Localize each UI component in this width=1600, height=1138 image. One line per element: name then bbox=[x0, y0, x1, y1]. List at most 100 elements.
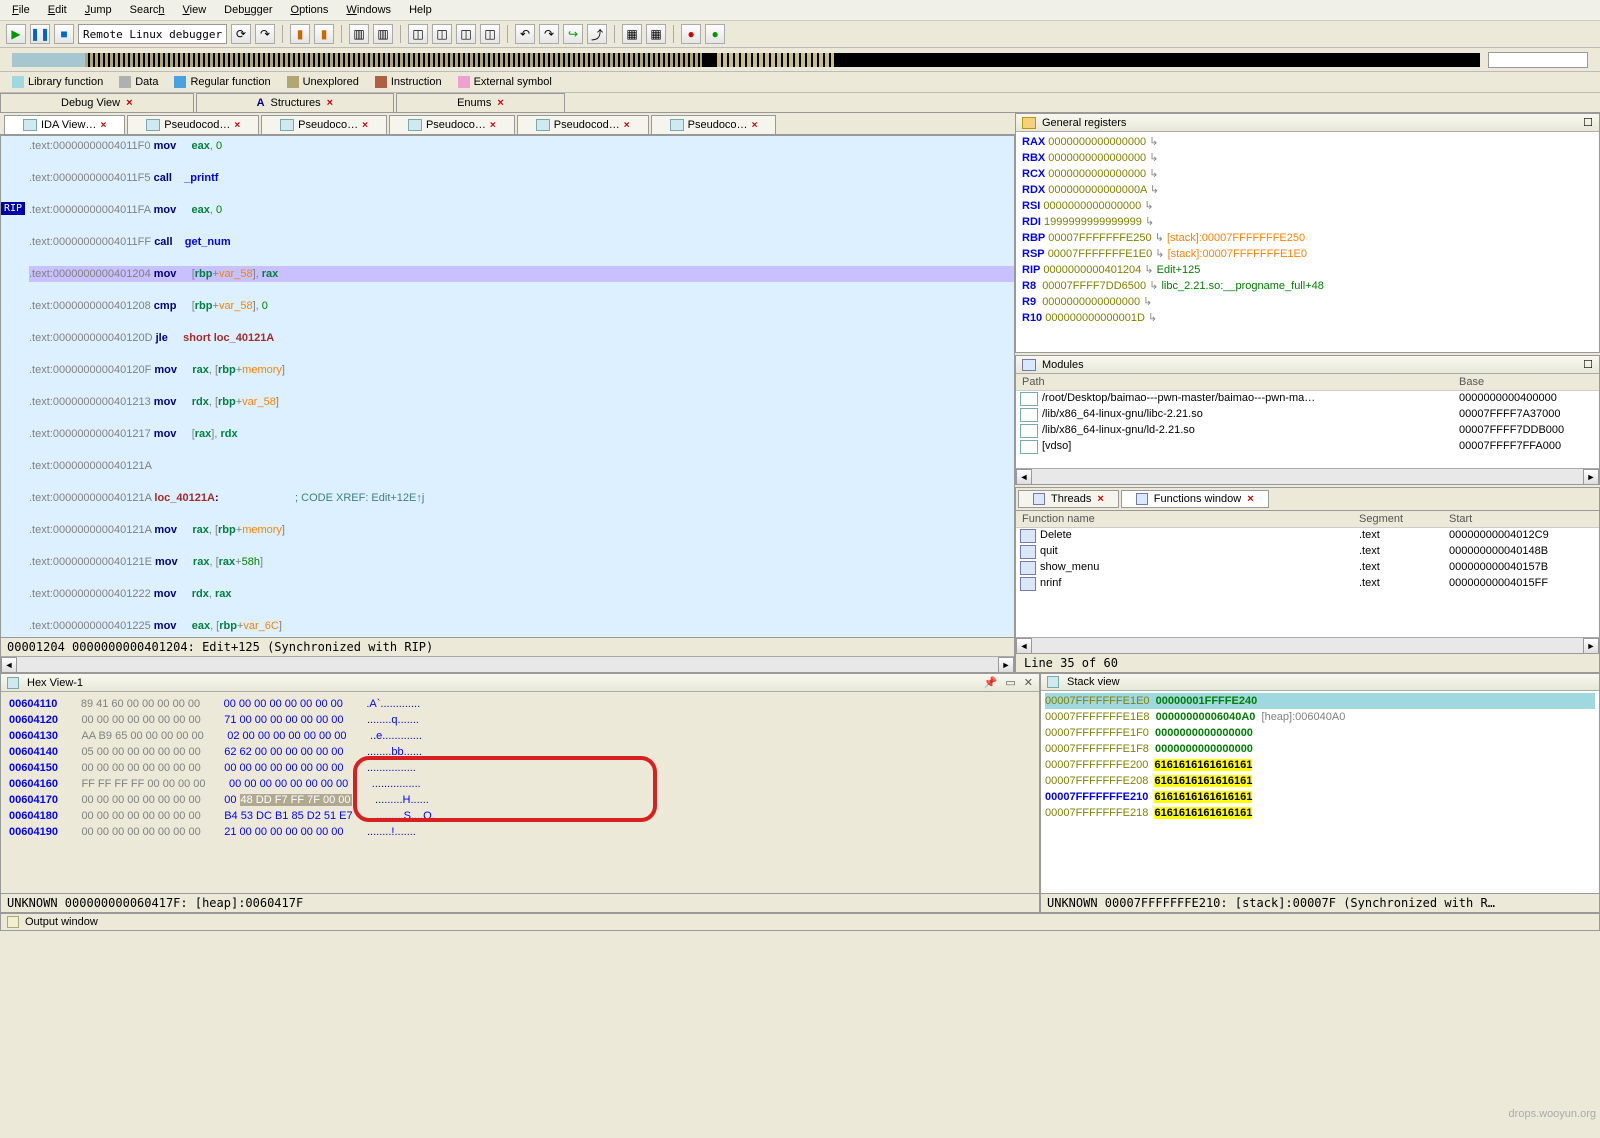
close-icon[interactable]: × bbox=[1097, 493, 1103, 505]
debugger-select[interactable]: Remote Linux debugger bbox=[78, 24, 227, 44]
tb-g[interactable]: ◫ bbox=[456, 24, 476, 44]
tb-k[interactable]: ▦ bbox=[622, 24, 642, 44]
close-icon[interactable]: × bbox=[752, 120, 758, 131]
maximize-icon[interactable]: ☐ bbox=[1583, 116, 1593, 129]
disasm-line[interactable]: .text:000000000040120D jle short loc_401… bbox=[29, 330, 1014, 346]
functions-body[interactable]: Delete.text00000000004012C9quit.text0000… bbox=[1016, 528, 1599, 637]
stack-row[interactable]: 00007FFFFFFFE1F8 0000000000000000 bbox=[1045, 741, 1595, 757]
toolbar-refresh[interactable]: ⟳ bbox=[231, 24, 251, 44]
disasm-line[interactable]: .text:000000000040121E mov rax, [rax+58h… bbox=[29, 554, 1014, 570]
disasm-line[interactable]: .text:0000000000401225 mov eax, [rbp+var… bbox=[29, 618, 1014, 634]
subtab[interactable]: Pseudoco…× bbox=[261, 115, 387, 134]
tb-j[interactable]: ⤴ bbox=[587, 24, 607, 44]
disasm-line[interactable]: .text:00000000004011FA mov eax, 0 bbox=[29, 202, 1014, 218]
hexview-header[interactable]: Hex View-1 📌 ▭ ✕ bbox=[1, 674, 1039, 692]
register-row[interactable]: R10 000000000000001D ↳ bbox=[1022, 310, 1593, 326]
subtab[interactable]: Pseudocod…× bbox=[517, 115, 649, 134]
stack-body[interactable]: 00007FFFFFFFE1E0 00000001FFFFE24000007FF… bbox=[1041, 691, 1599, 893]
tb-n[interactable]: ● bbox=[705, 24, 725, 44]
function-row[interactable]: Delete.text00000000004012C9 bbox=[1016, 528, 1599, 544]
register-row[interactable]: RDX 000000000000000A ↳ bbox=[1022, 182, 1593, 198]
subtab[interactable]: Pseudoco…× bbox=[389, 115, 515, 134]
registers-header[interactable]: General registers ☐ bbox=[1016, 114, 1599, 132]
menu-search[interactable]: Search bbox=[122, 2, 173, 18]
disasm-line[interactable]: .text:000000000040120F mov rax, [rbp+mem… bbox=[29, 362, 1014, 378]
function-row[interactable]: nrinf.text00000000004015FF bbox=[1016, 576, 1599, 592]
menu-view[interactable]: View bbox=[175, 2, 215, 18]
restore-icon[interactable]: ▭ bbox=[1005, 676, 1015, 689]
disasm-line[interactable]: .text:000000000040121A loc_40121A: ; COD… bbox=[29, 490, 1014, 506]
disasm-line[interactable]: .text:000000000040121A bbox=[29, 458, 1014, 474]
close-icon[interactable]: ✕ bbox=[1024, 676, 1033, 689]
subtab[interactable]: IDA View…× bbox=[4, 115, 125, 134]
thread-tab[interactable]: Threads× bbox=[1018, 490, 1119, 508]
disasm-line[interactable]: .text:0000000000401222 mov rdx, rax bbox=[29, 586, 1014, 602]
thread-tab[interactable]: Functions window× bbox=[1121, 490, 1269, 508]
module-row[interactable]: /lib/x86_64-linux-gnu/ld-2.21.so00007FFF… bbox=[1016, 423, 1599, 439]
module-row[interactable]: /root/Desktop/baimao---pwn-master/baimao… bbox=[1016, 391, 1599, 407]
close-icon[interactable]: × bbox=[624, 120, 630, 131]
register-row[interactable]: RDI 1999999999999999 ↳ bbox=[1022, 214, 1593, 230]
module-row[interactable]: [vdso]00007FFFF7FFA000 bbox=[1016, 439, 1599, 455]
view-tab[interactable]: AStructures× bbox=[196, 93, 395, 112]
tb-undo[interactable]: ↶ bbox=[515, 24, 535, 44]
view-tab[interactable]: Enums× bbox=[396, 93, 565, 112]
close-icon[interactable]: × bbox=[234, 120, 240, 131]
modules-hscroll[interactable]: ◄► bbox=[1016, 468, 1599, 484]
disasm-line[interactable]: .text:00000000004011FF call get_num bbox=[29, 234, 1014, 250]
close-icon[interactable]: × bbox=[100, 120, 106, 131]
register-row[interactable]: RCX 0000000000000000 ↳ bbox=[1022, 166, 1593, 182]
nav-address-input[interactable] bbox=[1488, 52, 1588, 68]
register-row[interactable]: R8 00007FFFF7DD6500 ↳ libc_2.21.so:__pro… bbox=[1022, 278, 1593, 294]
hscroll[interactable]: ◄ ► bbox=[1, 656, 1014, 672]
view-tab[interactable]: Debug View× bbox=[0, 93, 194, 112]
register-row[interactable]: RAX 0000000000000000 ↳ bbox=[1022, 134, 1593, 150]
tb-c[interactable]: ▥ bbox=[349, 24, 369, 44]
pin-icon[interactable]: 📌 bbox=[984, 676, 998, 689]
register-row[interactable]: RBP 00007FFFFFFFE250 ↳ [stack]:00007FFFF… bbox=[1022, 230, 1593, 246]
menu-file[interactable]: File bbox=[4, 2, 38, 18]
run-button[interactable]: ▶ bbox=[6, 24, 26, 44]
register-row[interactable]: RSP 00007FFFFFFFE1E0 ↳ [stack]:00007FFFF… bbox=[1022, 246, 1593, 262]
pause-button[interactable]: ❚❚ bbox=[30, 24, 50, 44]
disasm-line[interactable]: .text:0000000000401204 mov [rbp+var_58],… bbox=[29, 266, 1014, 282]
modules-header[interactable]: Modules ☐ bbox=[1016, 356, 1599, 374]
register-row[interactable]: RIP 0000000000401204 ↳ Edit+125 bbox=[1022, 262, 1593, 278]
stack-row[interactable]: 00007FFFFFFFE208 6161616161616161 bbox=[1045, 773, 1595, 789]
tb-h[interactable]: ◫ bbox=[480, 24, 500, 44]
menu-help[interactable]: Help bbox=[401, 2, 440, 18]
disasm-line[interactable]: .text:00000000004011F0 mov eax, 0 bbox=[29, 138, 1014, 154]
function-row[interactable]: show_menu.text000000000040157B bbox=[1016, 560, 1599, 576]
tb-a[interactable]: ▮ bbox=[290, 24, 310, 44]
disasm-line[interactable]: .text:000000000040121A mov rax, [rbp+mem… bbox=[29, 522, 1014, 538]
close-icon[interactable]: × bbox=[497, 97, 503, 109]
register-row[interactable]: RBX 0000000000000000 ↳ bbox=[1022, 150, 1593, 166]
stack-row[interactable]: 00007FFFFFFFE200 6161616161616161 bbox=[1045, 757, 1595, 773]
module-row[interactable]: /lib/x86_64-linux-gnu/libc-2.21.so00007F… bbox=[1016, 407, 1599, 423]
register-row[interactable]: RSI 0000000000000000 ↳ bbox=[1022, 198, 1593, 214]
toolbar-step[interactable]: ↷ bbox=[255, 24, 275, 44]
tb-e[interactable]: ◫ bbox=[408, 24, 428, 44]
tb-f[interactable]: ◫ bbox=[432, 24, 452, 44]
hex-body[interactable]: 00604110 89 41 60 00 00 00 00 00 00 00 0… bbox=[1, 692, 1039, 893]
tb-m[interactable]: ● bbox=[681, 24, 701, 44]
close-icon[interactable]: × bbox=[1247, 493, 1253, 505]
close-icon[interactable]: × bbox=[126, 97, 132, 109]
nav-strip[interactable] bbox=[12, 53, 1480, 67]
stack-row[interactable]: 00007FFFFFFFE1E8 00000000006040A0 [heap]… bbox=[1045, 709, 1595, 725]
disasm-line[interactable]: .text:0000000000401217 mov [rax], rdx bbox=[29, 426, 1014, 442]
disassembly[interactable]: .text:00000000004011F0 mov eax, 0 .text:… bbox=[1, 136, 1014, 637]
registers-body[interactable]: RAX 0000000000000000 ↳ RBX 0000000000000… bbox=[1016, 132, 1599, 352]
close-icon[interactable]: × bbox=[490, 120, 496, 131]
register-row[interactable]: R9 0000000000000000 ↳ bbox=[1022, 294, 1593, 310]
scroll-right[interactable]: ► bbox=[998, 657, 1014, 673]
output-window-header[interactable]: Output window bbox=[0, 913, 1600, 931]
stop-button[interactable]: ■ bbox=[54, 24, 74, 44]
stack-row[interactable]: 00007FFFFFFFE210 6161616161616161 bbox=[1045, 789, 1595, 805]
tb-i[interactable]: ↪ bbox=[563, 24, 583, 44]
menu-jump[interactable]: Jump bbox=[77, 2, 120, 18]
modules-body[interactable]: PathBase/root/Desktop/baimao---pwn-maste… bbox=[1016, 374, 1599, 468]
subtab[interactable]: Pseudoco…× bbox=[651, 115, 777, 134]
subtab[interactable]: Pseudocod…× bbox=[127, 115, 259, 134]
disasm-line[interactable]: .text:0000000000401208 cmp [rbp+var_58],… bbox=[29, 298, 1014, 314]
